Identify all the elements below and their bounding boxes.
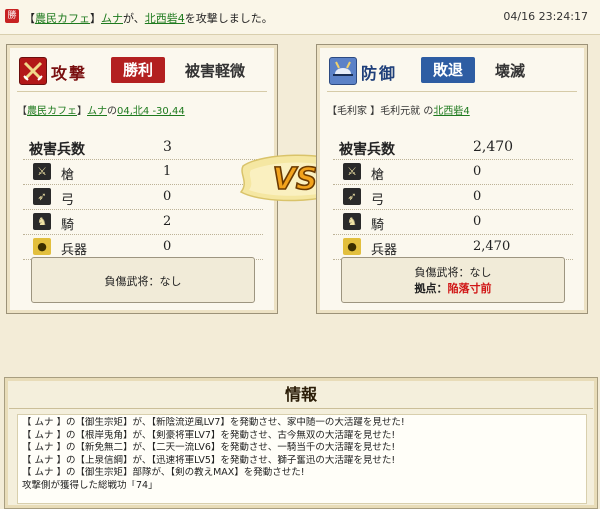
log-line: 【 ムナ 】の【新免無二】が、【二天一流LV6】を発動させ、一騎当千の大活躍を見… xyxy=(22,442,396,453)
msg-bracket-close: 】 xyxy=(90,12,101,25)
defender-casualty-box: 負傷武将：なし 拠点：陥落寸前 xyxy=(341,257,565,303)
unit-label: 兵器 xyxy=(61,243,88,258)
target-link[interactable]: 北西砦4 xyxy=(145,12,185,25)
log-line: 【 ムナ 】の【上泉信綱】が、【迅速将軍LV5】を発動させ、獅子奮迅の大活躍を見… xyxy=(22,454,396,466)
log-line: 【 ムナ 】の【根岸兎角】が、【剣豪将軍LV7】を発動させ、古今無双の大活躍を見… xyxy=(22,429,396,441)
attacker-alliance-link[interactable]: 農民カフェ xyxy=(27,106,77,117)
defender-damage-level: 壊滅 xyxy=(495,62,526,80)
base-status-line: 拠点：陥落寸前 xyxy=(342,280,564,296)
helmet-icon xyxy=(329,57,357,85)
unit-label: 騎 xyxy=(371,218,385,233)
unit-value: 0 xyxy=(163,189,172,204)
total-losses-value: 3 xyxy=(163,139,172,155)
attacker-casualty-box: 負傷武将：なし xyxy=(31,257,255,303)
unit-value: 0 xyxy=(163,239,172,254)
defender-title: 防御 xyxy=(361,64,398,83)
cannon-icon: ● xyxy=(343,238,361,255)
unit-label: 騎 xyxy=(61,218,75,233)
unit-value: 2 xyxy=(163,214,172,229)
origin-bracket-close: 】 xyxy=(77,106,87,117)
unit-row-bow: ➶ 弓 0 xyxy=(23,185,263,210)
log-line: 攻撃側が獲得した総戦功「74」 xyxy=(22,479,158,491)
attacker-title: 攻撃 xyxy=(51,64,88,83)
cannon-icon: ● xyxy=(33,238,51,255)
injured-generals-text: 負傷武将：なし xyxy=(414,266,492,279)
msg-particle: が、 xyxy=(123,12,145,25)
user-link[interactable]: ムナ xyxy=(101,12,123,25)
log-line: 【 ムナ 】の【御生宗矩】部隊が、【剣の教えMAX】を発動させた! xyxy=(22,467,305,478)
defender-result-badge: 敗退 xyxy=(421,57,475,83)
unit-value: 0 xyxy=(473,189,482,204)
spear-icon: ⚔ xyxy=(343,163,361,180)
defender-origin-text: 【毛利家 】毛利元就 の xyxy=(327,106,434,117)
origin-particle: の xyxy=(107,106,117,117)
unit-label: 槍 xyxy=(371,168,385,183)
total-losses-row: 被害兵数 3 xyxy=(23,135,263,160)
attacker-header: 攻撃 勝利 被害軽微 xyxy=(19,55,265,85)
unit-value: 0 xyxy=(473,164,482,179)
horse-icon: ♞ xyxy=(343,213,361,230)
base-status-label: 拠点： xyxy=(414,282,448,295)
unit-row-spear: ⚔ 槍 0 xyxy=(333,160,573,185)
bow-icon: ➶ xyxy=(33,188,51,205)
unit-label: 弓 xyxy=(371,193,385,208)
info-panel: 情報 【 ムナ 】の【御生宗矩】が、【新陰流逆風LV7】を発動させ、家中随一の大… xyxy=(4,377,598,509)
msg-bracket-open: 【 xyxy=(24,12,35,25)
info-title: 情報 xyxy=(9,382,593,409)
crossed-swords-icon xyxy=(19,57,47,85)
msg-suffix: を攻撃しました。 xyxy=(184,12,273,25)
unit-value: 2,470 xyxy=(473,239,511,254)
info-log: 【 ムナ 】の【御生宗矩】が、【新陰流逆風LV7】を発動させ、家中随一の大活躍を… xyxy=(17,414,587,504)
victory-badge: 勝 xyxy=(5,9,19,23)
bow-icon: ➶ xyxy=(343,188,361,205)
report-message: 【農民カフェ】ムナが、北西砦4を攻撃しました。 xyxy=(24,10,273,26)
unit-label: 弓 xyxy=(61,193,75,208)
unit-row-cavalry: ♞ 騎 0 xyxy=(333,210,573,235)
origin-bracket-open: 【 xyxy=(17,106,27,117)
divider xyxy=(327,91,577,92)
defender-header: 防御 敗退 壊滅 xyxy=(329,55,575,85)
unit-value: 0 xyxy=(473,214,482,229)
unit-label: 兵器 xyxy=(371,243,398,258)
injured-generals-text: 負傷武将：なし xyxy=(104,275,182,288)
defender-origin: 【毛利家 】毛利元就 の北西砦4 xyxy=(327,102,470,117)
attacker-user-link[interactable]: ムナ xyxy=(87,106,107,117)
attacker-damage-level: 被害軽微 xyxy=(185,62,246,80)
attacker-coords-link[interactable]: 04,北4 -30,44 xyxy=(117,106,185,117)
vs-text: VS xyxy=(273,162,318,197)
defender-panel: 防御 敗退 壊滅 【毛利家 】毛利元就 の北西砦4 被害兵数 2,470 ⚔ 槍… xyxy=(316,44,588,314)
defender-losses-table: 被害兵数 2,470 ⚔ 槍 0 ➶ 弓 0 ♞ 騎 0 ● 兵器 2,470 xyxy=(333,135,573,260)
attacker-origin: 【農民カフェ】ムナの04,北4 -30,44 xyxy=(17,102,185,117)
total-losses-row: 被害兵数 2,470 xyxy=(333,135,573,160)
report-header: 勝 【農民カフェ】ムナが、北西砦4を攻撃しました。 04/16 23:24:17 xyxy=(0,0,600,35)
unit-label: 槍 xyxy=(61,168,75,183)
base-status-value: 陥落寸前 xyxy=(447,282,492,295)
horse-icon: ♞ xyxy=(33,213,51,230)
report-timestamp: 04/16 23:24:17 xyxy=(503,10,588,23)
unit-value: 1 xyxy=(163,164,172,179)
unit-row-spear: ⚔ 槍 1 xyxy=(23,160,263,185)
unit-row-bow: ➶ 弓 0 xyxy=(333,185,573,210)
defender-target-link[interactable]: 北西砦4 xyxy=(433,106,469,117)
attacker-result-badge: 勝利 xyxy=(111,57,165,83)
divider xyxy=(17,91,267,92)
total-losses-value: 2,470 xyxy=(473,139,514,155)
total-losses-label: 被害兵数 xyxy=(339,142,395,158)
unit-row-cavalry: ♞ 騎 2 xyxy=(23,210,263,235)
log-line: 【 ムナ 】の【御生宗矩】が、【新陰流逆風LV7】を発動させ、家中随一の大活躍を… xyxy=(22,417,405,428)
village-link[interactable]: 農民カフェ xyxy=(35,12,90,25)
attacker-losses-table: 被害兵数 3 ⚔ 槍 1 ➶ 弓 0 ♞ 騎 2 ● 兵器 0 xyxy=(23,135,263,260)
spear-icon: ⚔ xyxy=(33,163,51,180)
total-losses-label: 被害兵数 xyxy=(29,142,85,158)
